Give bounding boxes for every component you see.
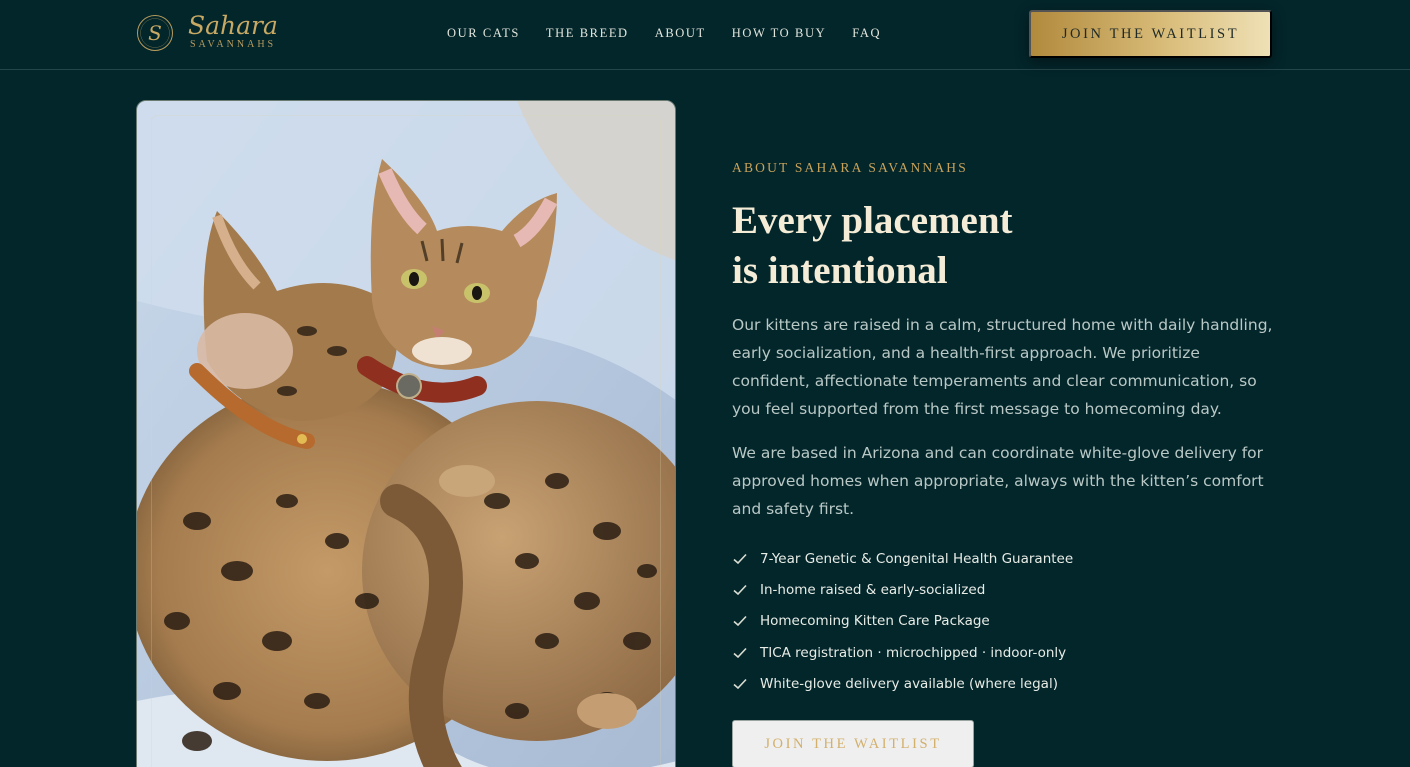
feature-list: 7-Year Genetic & Congenital Health Guara… [732,543,1073,699]
feature-item: TICA registration · microchipped · indoo… [732,637,1073,668]
nav-faq[interactable]: FAQ [852,26,881,41]
headline-line-1: Every placement [732,199,1013,242]
check-icon [732,551,748,567]
nav-our-cats[interactable]: OUR CATS [447,26,520,41]
feature-item: 7-Year Genetic & Congenital Health Guara… [732,543,1073,574]
feature-label: TICA registration · microchipped · indoo… [760,644,1067,661]
logo-monogram-letter: S [148,21,162,45]
kittens-illustration [137,101,675,767]
check-icon [732,676,748,692]
check-icon [732,613,748,629]
logo-sub-name: SAVANNAHS [190,39,277,50]
join-waitlist-header-button[interactable]: JOIN THE WAITLIST [1029,10,1272,58]
about-paragraph-2: We are based in Arizona and can coordina… [732,444,1264,518]
kittens-photo [136,100,676,767]
main-nav: OUR CATS THE BREED ABOUT HOW TO BUY FAQ [447,26,907,41]
feature-item: In-home raised & early-socialized [732,574,1073,605]
nav-how-to-buy[interactable]: HOW TO BUY [732,26,826,41]
feature-label: In-home raised & early-socialized [760,581,986,598]
logo-wordmark: Sahara SAVANNAHS [188,11,288,53]
logo-script-name: Sahara [188,11,278,40]
site-header: S Sahara SAVANNAHS OUR CATS THE BREED AB… [0,0,1410,70]
brand-logo[interactable]: S Sahara SAVANNAHS [136,11,288,53]
feature-label: White-glove delivery available (where le… [760,675,1058,692]
headline-line-2: is intentional [732,249,948,292]
check-icon [732,645,748,661]
feature-label: 7-Year Genetic & Congenital Health Guara… [760,550,1074,567]
check-icon [732,582,748,598]
about-paragraph-1: Our kittens are raised in a calm, struct… [732,316,1273,418]
nav-the-breed[interactable]: THE BREED [546,26,629,41]
feature-label: Homecoming Kitten Care Package [760,613,990,630]
logo-monogram-icon: S [136,14,174,52]
join-waitlist-about-button[interactable]: JOIN THE WAITLIST [732,720,974,767]
about-eyebrow: ABOUT SAHARA SAVANNAHS [732,160,968,175]
about-headline: Every placement is intentional [732,196,1092,296]
feature-item: Homecoming Kitten Care Package [732,606,1073,637]
feature-item: White-glove delivery available (where le… [732,668,1073,699]
nav-about[interactable]: ABOUT [655,26,706,41]
